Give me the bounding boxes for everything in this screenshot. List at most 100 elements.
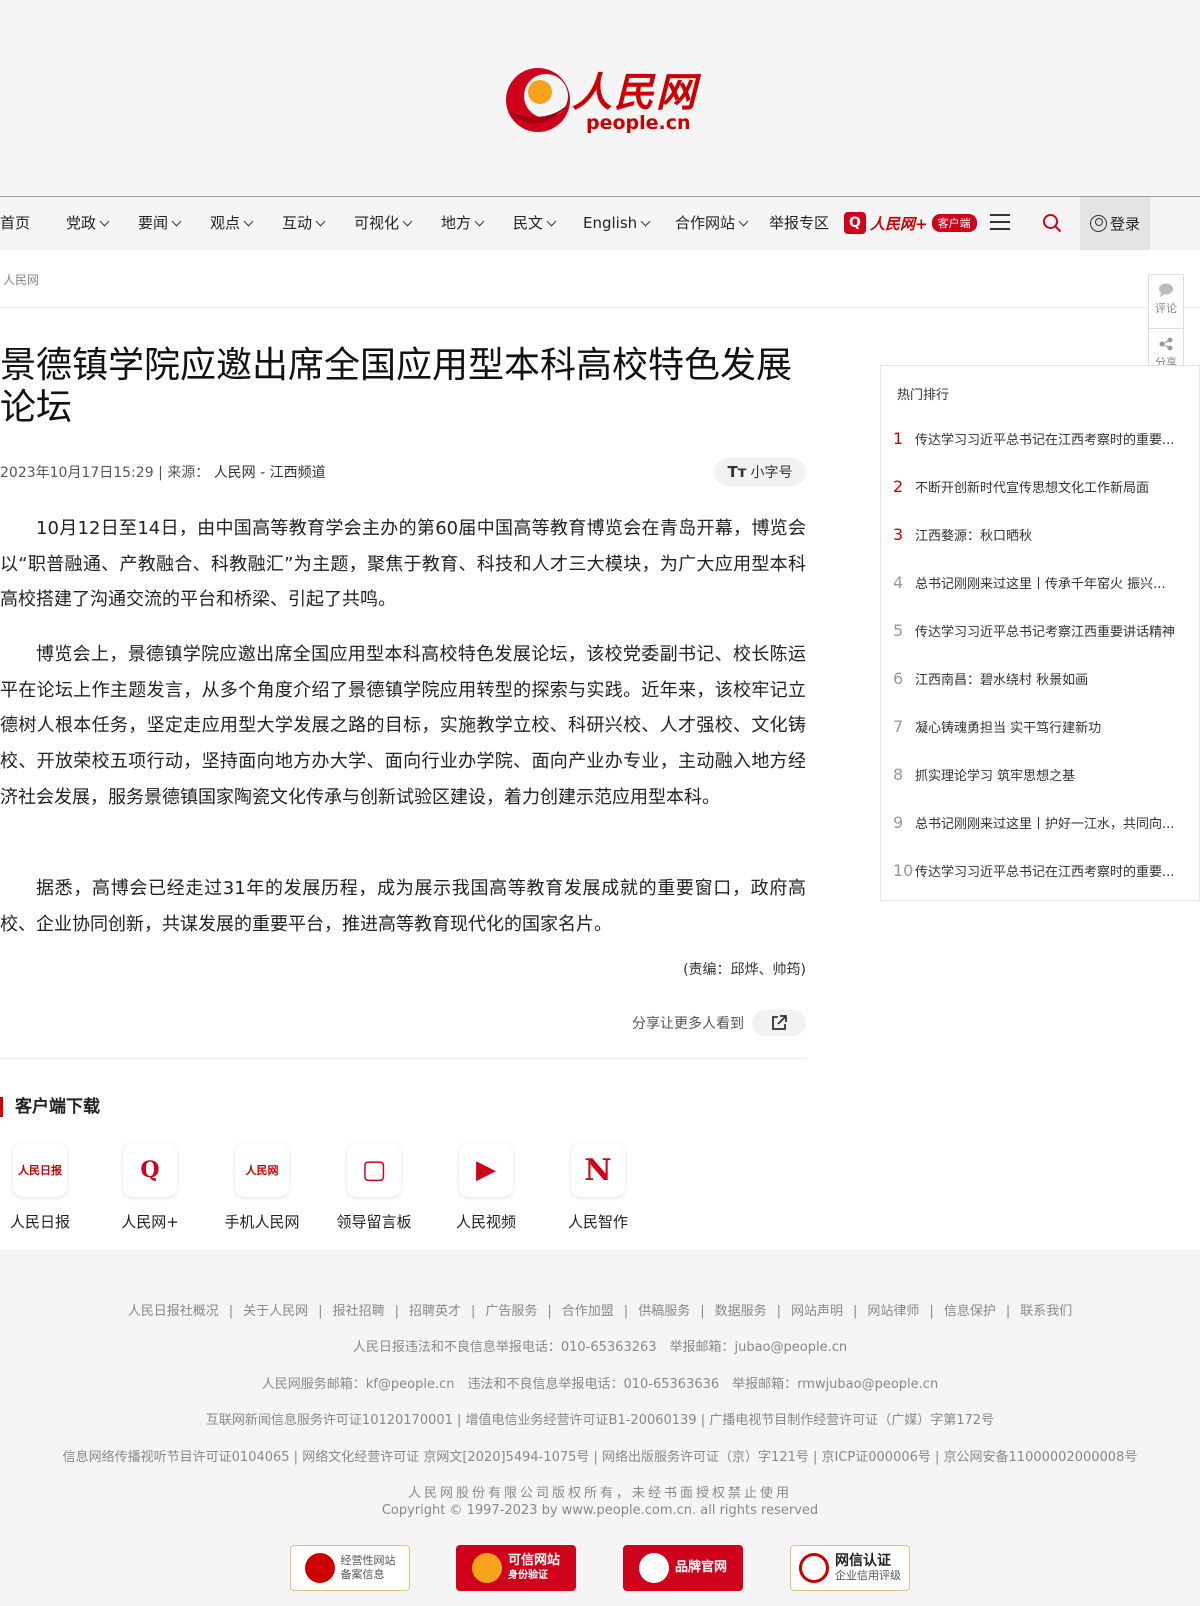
app-download-link[interactable]: Q 人民网+ 客户端	[844, 211, 977, 235]
nav-news[interactable]: 要闻	[138, 197, 182, 250]
comment-button[interactable]: 评论	[1149, 275, 1183, 329]
breadcrumb[interactable]: 人民网	[3, 271, 39, 288]
footer-report-line: 人民日报违法和不良信息举报电话：010-65363263 举报邮箱：jubao@…	[352, 1340, 848, 1355]
rank-number: 5	[893, 620, 904, 640]
separator: |	[853, 1304, 858, 1319]
hot-ranking-item[interactable]: 8 抓实理论学习 筑牢思想之基	[893, 762, 1193, 786]
footer-license-line: 互联网新闻信息服务许可证10120170001 | 增值电信业务经营许可证B1-…	[205, 1413, 995, 1428]
separator: |	[228, 1304, 234, 1319]
separator: |	[547, 1304, 552, 1319]
hot-ranking-item[interactable]: 1 传达学习习近平总书记在江西考察时的重要...	[893, 426, 1193, 450]
hot-ranking-item[interactable]: 6 江西南昌：碧水绕村 秋景如画	[893, 666, 1193, 690]
nav-english[interactable]: English	[583, 197, 651, 250]
hot-ranking-item[interactable]: 3 江西婺源：秋口晒秋	[893, 522, 1193, 546]
hot-ranking-item[interactable]: 9 总书记刚刚来过这里丨护好一江水，共同向...	[893, 810, 1193, 834]
main-nav: 首页 党政 要闻 观点 互动 可视化 地方 民文 English 合作网站 举报…	[0, 197, 1200, 250]
app-label: 手机人民网	[224, 1213, 300, 1231]
app-download-item[interactable]: ▢ 领导留言板	[334, 1143, 414, 1232]
nav-minority[interactable]: 民文	[513, 197, 557, 250]
footer-link[interactable]: 信息保护	[944, 1304, 996, 1319]
hot-ranking-link[interactable]: 传达学习习近平总书记在江西考察时的重要...	[915, 861, 1193, 880]
nav-local[interactable]: 地方	[441, 197, 485, 250]
chevron-down-icon	[402, 216, 413, 227]
certification-seal-icon	[638, 1553, 669, 1583]
article-meta: 2023年10月17日15:29 | 来源： 人民网 - 江西频道	[0, 462, 326, 482]
article-paragraph: 博览会上，景德镇学院应邀出席全国应用型本科高校特色发展论坛，该校党委副书记、校长…	[0, 644, 806, 808]
app-download-item[interactable]: ▶ 人民视频	[446, 1143, 526, 1232]
separator: |	[318, 1304, 323, 1319]
footer-service-line: 人民网服务邮箱：kf@people.cn 违法和不良信息举报电话：010-653…	[261, 1377, 939, 1392]
hot-ranking-link[interactable]: 不断开创新时代宣传思想文化工作新局面	[915, 477, 1193, 496]
hot-ranking-link[interactable]: 传达学习习近平总书记考察江西重要讲话精神	[915, 621, 1193, 640]
divider	[0, 1058, 806, 1059]
nav-report[interactable]: 举报专区	[769, 197, 829, 250]
hot-ranking-item[interactable]: 2 不断开创新时代宣传思想文化工作新局面	[893, 474, 1193, 498]
rank-number: 9	[893, 812, 904, 832]
icp-record-badge[interactable]: 经营性网站 备案信息	[290, 1545, 410, 1591]
logo-subtext: people.cn	[586, 112, 691, 134]
hot-ranking-link[interactable]: 江西婺源：秋口晒秋	[915, 525, 1193, 544]
rank-number: 3	[893, 524, 904, 544]
footer-link[interactable]: 联系我们	[1020, 1304, 1072, 1319]
menu-icon[interactable]	[990, 214, 1010, 232]
nav-interact[interactable]: 互动	[282, 197, 326, 250]
hot-ranking-link[interactable]: 凝心铸魂勇担当 实干笃行建新功	[915, 717, 1193, 736]
people-daily-icon: 人民日报	[13, 1143, 67, 1197]
footer-link[interactable]: 关于人民网	[243, 1304, 308, 1319]
article-paragraph: 据悉，高博会已经走过31年的发展历程，成为展示我国高等教育发展成就的重要窗口，政…	[0, 878, 806, 935]
hot-ranking-item[interactable]: 4 总书记刚刚来过这里丨传承千年窑火 振兴...	[893, 570, 1193, 594]
comment-icon	[1159, 283, 1173, 297]
chevron-down-icon	[315, 216, 326, 227]
login-button[interactable]: 登录	[1080, 197, 1150, 250]
hot-ranking-item[interactable]: 10 传达学习习近平总书记在江西考察时的重要...	[893, 858, 1193, 882]
divider	[0, 307, 1200, 308]
app-label: 人民智作	[567, 1213, 628, 1231]
footer-link[interactable]: 数据服务	[715, 1304, 767, 1319]
app-download-item[interactable]: 人民网 手机人民网	[222, 1143, 302, 1232]
share-out-button[interactable]	[752, 1010, 806, 1036]
hot-ranking-link[interactable]: 传达学习习近平总书记在江西考察时的重要...	[915, 429, 1193, 448]
editor-credit: (责编：邱烨、帅筠)	[683, 962, 806, 978]
separator: |	[776, 1304, 781, 1319]
app-download-item[interactable]: Q 人民网+	[110, 1143, 190, 1232]
footer-link[interactable]: 网站律师	[867, 1304, 919, 1319]
app-label: 人民视频	[455, 1213, 516, 1231]
chevron-down-icon	[171, 216, 182, 227]
nav-home[interactable]: 首页	[0, 197, 30, 250]
footer-link[interactable]: 广告服务	[485, 1304, 537, 1319]
footer-link[interactable]: 人民日报社概况	[128, 1304, 219, 1319]
article-source[interactable]: 人民网 - 江西频道	[214, 465, 326, 481]
nav-opinion[interactable]: 观点	[210, 197, 254, 250]
site-header: 人民网 people.cn	[0, 0, 1200, 197]
message-board-icon: ▢	[347, 1143, 401, 1197]
rank-number: 7	[893, 716, 904, 736]
hot-ranking-link[interactable]: 总书记刚刚来过这里丨传承千年窑火 振兴...	[915, 573, 1193, 592]
separator: |	[700, 1304, 705, 1319]
footer-link[interactable]: 合作加盟	[562, 1304, 614, 1319]
search-icon[interactable]	[1042, 213, 1062, 233]
footer-link[interactable]: 网站声明	[791, 1304, 843, 1319]
footer-link[interactable]: 报社招聘	[333, 1304, 385, 1319]
hot-ranking-item[interactable]: 7 凝心铸魂勇担当 实干笃行建新功	[893, 714, 1193, 738]
footer-link[interactable]: 招聘英才	[409, 1304, 461, 1319]
hot-ranking-link[interactable]: 抓实理论学习 筑牢思想之基	[915, 765, 1193, 784]
chevron-down-icon	[546, 216, 557, 227]
app-download-item[interactable]: 人民日报 人民日报	[0, 1143, 80, 1232]
net-credit-badge[interactable]: 网信认证 企业信用评级	[790, 1545, 910, 1591]
hot-ranking-item[interactable]: 5 传达学习习近平总书记考察江西重要讲话精神	[893, 618, 1193, 642]
footer-copyright-cn: 人民网股份有限公司版权所有，未经书面授权禁止使用	[407, 1486, 792, 1501]
trusted-site-badge[interactable]: 可信网站 身份验证	[456, 1545, 576, 1591]
footer-link[interactable]: 供稿服务	[638, 1304, 690, 1319]
people-plus-icon: Q	[123, 1143, 177, 1197]
font-size-button[interactable]: Tт 小字号	[714, 458, 806, 486]
people-plus-icon: Q	[844, 212, 866, 234]
app-download-item[interactable]: N 人民智作	[558, 1143, 638, 1232]
nav-party[interactable]: 党政	[66, 197, 110, 250]
nav-partners[interactable]: 合作网站	[675, 197, 749, 250]
hot-ranking-link[interactable]: 总书记刚刚来过这里丨护好一江水，共同向...	[915, 813, 1193, 832]
people-create-icon: N	[571, 1143, 625, 1197]
brand-site-badge[interactable]: 品牌官网	[623, 1545, 743, 1591]
nav-visual[interactable]: 可视化	[354, 197, 413, 250]
hot-ranking-link[interactable]: 江西南昌：碧水绕村 秋景如画	[915, 669, 1193, 688]
app-label: 领导留言板	[336, 1213, 412, 1231]
